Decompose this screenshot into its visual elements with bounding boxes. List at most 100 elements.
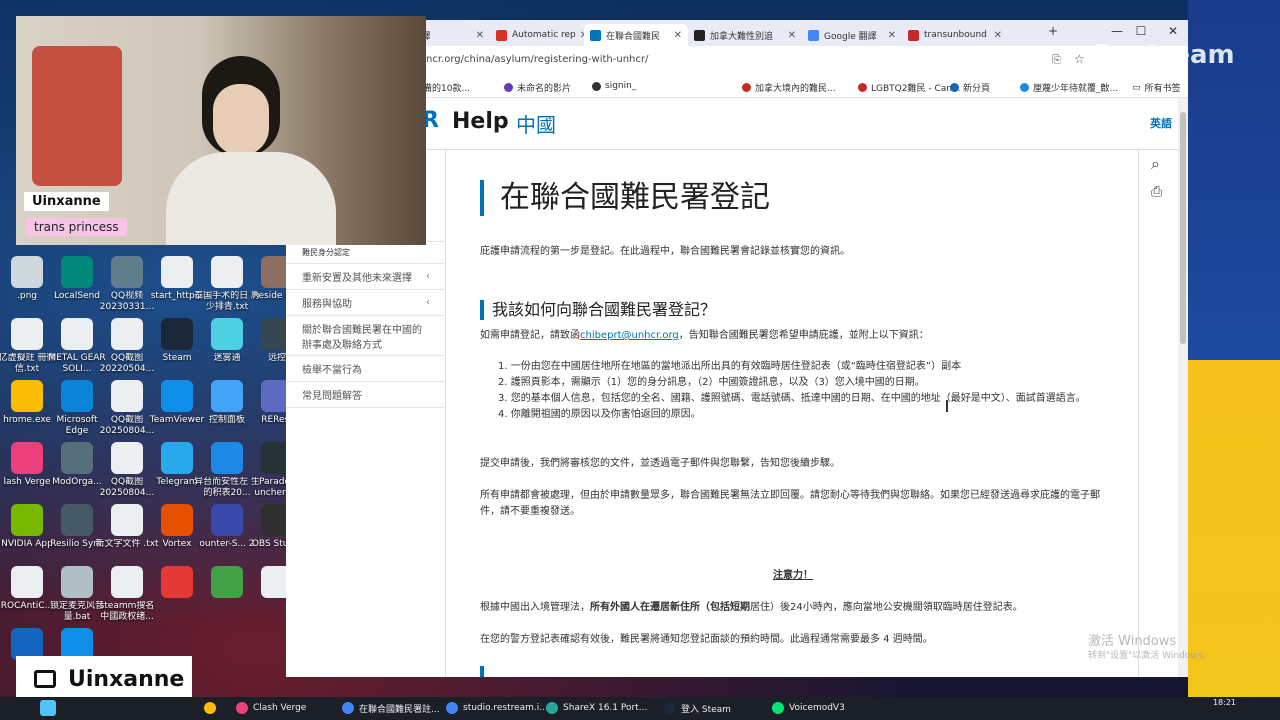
minimize-icon[interactable]: — bbox=[1104, 24, 1130, 38]
taskbar-label: 登入 Steam bbox=[681, 704, 731, 715]
tab-label: Automatic rep bbox=[512, 30, 576, 40]
start-icon[interactable] bbox=[40, 700, 56, 716]
app-icon bbox=[211, 380, 243, 412]
wallpaper-stripe bbox=[1188, 0, 1280, 720]
all-bookmarks[interactable]: ▭ 所有书签 bbox=[1132, 81, 1181, 95]
tab-close-icon[interactable]: ✕ bbox=[576, 30, 584, 41]
tab-close-icon[interactable]: ✕ bbox=[472, 30, 484, 41]
tab-close-icon[interactable]: ✕ bbox=[784, 30, 796, 41]
bookmark-item[interactable]: signin_ bbox=[592, 81, 636, 91]
sidebar-nav-item[interactable]: 常見問題解答 bbox=[286, 382, 446, 408]
chevron-icon[interactable]: ‹ bbox=[426, 271, 430, 282]
stream-name: Uinxanne bbox=[68, 666, 185, 692]
browser-tab[interactable]: transunbound ✕ bbox=[902, 24, 1008, 46]
taskbar-app-icon bbox=[446, 702, 458, 714]
search-icon[interactable]: ⌕ bbox=[1151, 154, 1160, 174]
bookmark-icon bbox=[858, 83, 867, 92]
bookmark-icon bbox=[504, 83, 513, 92]
taskbar-app-icon bbox=[236, 702, 248, 714]
taskbar-label: ShareX 16.1 Port... bbox=[563, 703, 648, 713]
tab-close-icon[interactable]: ✕ bbox=[884, 30, 896, 41]
app-icon bbox=[111, 256, 143, 288]
bookmark-item[interactable]: 加拿大境內的難民... bbox=[742, 81, 836, 94]
tab-label: transunbound bbox=[924, 30, 987, 40]
app-icon bbox=[211, 318, 243, 350]
clock[interactable]: 18:21 bbox=[1213, 698, 1236, 708]
taskbar-item[interactable]: studio.restream.i... bbox=[446, 699, 548, 717]
bookmark-label: signin_ bbox=[605, 81, 637, 91]
bookmark-label: 新分頁 bbox=[963, 84, 991, 94]
url-text[interactable]: ncr.org/china/asylum/registering-with-un… bbox=[426, 54, 648, 65]
translate-icon[interactable]: ⎘ bbox=[1052, 53, 1061, 67]
app-icon bbox=[11, 504, 43, 536]
requirements-list: 1. 一份由您在中國居住地所在地區的當地派出所出具的有效臨時居住登記表（或“臨時… bbox=[496, 359, 1096, 423]
webcam-person bbox=[166, 56, 336, 245]
chevron-icon[interactable]: ‹ bbox=[426, 297, 430, 308]
tab-favicon-icon bbox=[694, 29, 705, 41]
bookmark-item[interactable]: 未命名的影片 bbox=[504, 81, 571, 94]
print-icon[interactable]: ⎙ bbox=[1151, 184, 1162, 200]
law-prefix: 根據中國出入境管理法， bbox=[480, 602, 590, 613]
app-icon bbox=[111, 380, 143, 412]
law-text: 根據中國出入境管理法，所有外國人在遷居新住所（包括短期居住）後24小時內，應向當… bbox=[480, 600, 1106, 616]
tab-close-icon[interactable]: ✕ bbox=[670, 30, 682, 41]
app-icon bbox=[161, 442, 193, 474]
bookmark-item[interactable]: 新分頁 bbox=[950, 81, 990, 94]
app-icon bbox=[11, 442, 43, 474]
app-icon bbox=[11, 256, 43, 288]
app-icon bbox=[111, 318, 143, 350]
intro-text: 庇護申請流程的第一步是登記。在此過程中，聯合國難民署會記錄並核實您的資訊。 bbox=[480, 246, 850, 257]
taskbar-item[interactable]: 登入 Steam bbox=[664, 699, 731, 717]
tab-favicon-icon bbox=[496, 29, 507, 41]
app-icon bbox=[11, 318, 43, 350]
taskbar-label: studio.restream.i... bbox=[463, 703, 548, 713]
close-icon[interactable]: ✕ bbox=[1160, 24, 1186, 38]
taskbar-item[interactable]: Clash Verge bbox=[236, 699, 306, 717]
taskbar-item[interactable]: VoicemodV3 bbox=[772, 699, 845, 717]
star-icon[interactable]: ☆ bbox=[1074, 52, 1085, 66]
new-tab-button[interactable]: + bbox=[1040, 24, 1066, 38]
browser-tab[interactable]: Google 翻譯 ✕ bbox=[802, 24, 902, 46]
taskbar-item[interactable] bbox=[204, 699, 221, 717]
sidebar-nav-item[interactable]: 關於聯合國難民署在中國的辦事處及聯絡方式 bbox=[286, 316, 446, 356]
how-to-paragraph: 如需申請登記，請致函chibeprt@unhcr.org，告知聯合國難民署您希望… bbox=[480, 328, 1106, 344]
scrollbar-thumb[interactable] bbox=[1180, 112, 1186, 344]
scrollbar[interactable] bbox=[1178, 98, 1188, 677]
tool-column: ⌕ ⎙ bbox=[1138, 150, 1178, 677]
nav-label: 重新安置及其他未來選擇 bbox=[302, 273, 412, 284]
site-region[interactable]: 中國 bbox=[516, 109, 556, 138]
tab-favicon-icon bbox=[808, 29, 819, 41]
bookmark-icon bbox=[950, 83, 959, 92]
sidebar-nav-item[interactable]: 服務與協助 ‹ bbox=[286, 290, 446, 316]
app-icon bbox=[161, 566, 193, 598]
bookmarks-more-icon[interactable]: » bbox=[1100, 81, 1106, 91]
browser-tab[interactable]: Automatic rep ✕ bbox=[490, 24, 584, 46]
list-item: 3. 您的基本個人信息，包括您的全名、國籍、護照號碼、電話號碼、抵達中國的日期、… bbox=[498, 393, 1086, 404]
sidebar-nav-item[interactable]: 重新安置及其他未來選擇 ‹ bbox=[286, 264, 446, 290]
attention-heading: 注意力！ bbox=[773, 570, 813, 581]
language-switch[interactable]: 英語 bbox=[1150, 115, 1172, 131]
taskbar-item[interactable]: ShareX 16.1 Port... bbox=[546, 699, 647, 717]
maximize-icon[interactable]: ☐ bbox=[1128, 24, 1154, 38]
sidebar-nav-item[interactable]: 難民身分認定 bbox=[286, 242, 446, 264]
restream-watermark: Restream bbox=[1094, 40, 1235, 70]
browser-tab[interactable]: 在聯合國難民 ✕ bbox=[584, 24, 688, 46]
bookmark-label: LGBTQ2難民 - Can... bbox=[871, 84, 961, 94]
desktop-icon-label: steamm搜名 中國政权绪... bbox=[99, 601, 155, 622]
list-item: 4. 你離開祖國的原因以及你害怕返回的原因。 bbox=[498, 409, 701, 420]
app-icon bbox=[161, 504, 193, 536]
taskbar: Clash Verge 在聯合國難民署註... studio.restream.i.… bbox=[0, 697, 1280, 720]
browser-tab[interactable]: 加拿大難性別追 ✕ bbox=[688, 24, 802, 46]
bookmark-item[interactable]: LGBTQ2難民 - Can... bbox=[858, 81, 961, 94]
taskbar-item[interactable]: 在聯合國難民署註... bbox=[342, 699, 440, 717]
bookmark-icon bbox=[742, 83, 751, 92]
sidebar-nav-item[interactable]: 檢舉不當行為 bbox=[286, 356, 446, 382]
app-icon bbox=[161, 380, 193, 412]
email-link[interactable]: chibeprt@unhcr.org bbox=[580, 330, 679, 341]
tab-close-icon[interactable]: ✕ bbox=[990, 30, 1002, 41]
app-icon bbox=[61, 566, 93, 598]
app-icon bbox=[11, 380, 43, 412]
processing-text: 所有申請都會被處理，但由於申請數量眾多，聯合國難民署無法立即回覆。請您耐心等待我… bbox=[480, 490, 1100, 517]
site-brand[interactable]: Help bbox=[452, 109, 509, 134]
nav-label: 服務與協助 bbox=[302, 299, 352, 310]
